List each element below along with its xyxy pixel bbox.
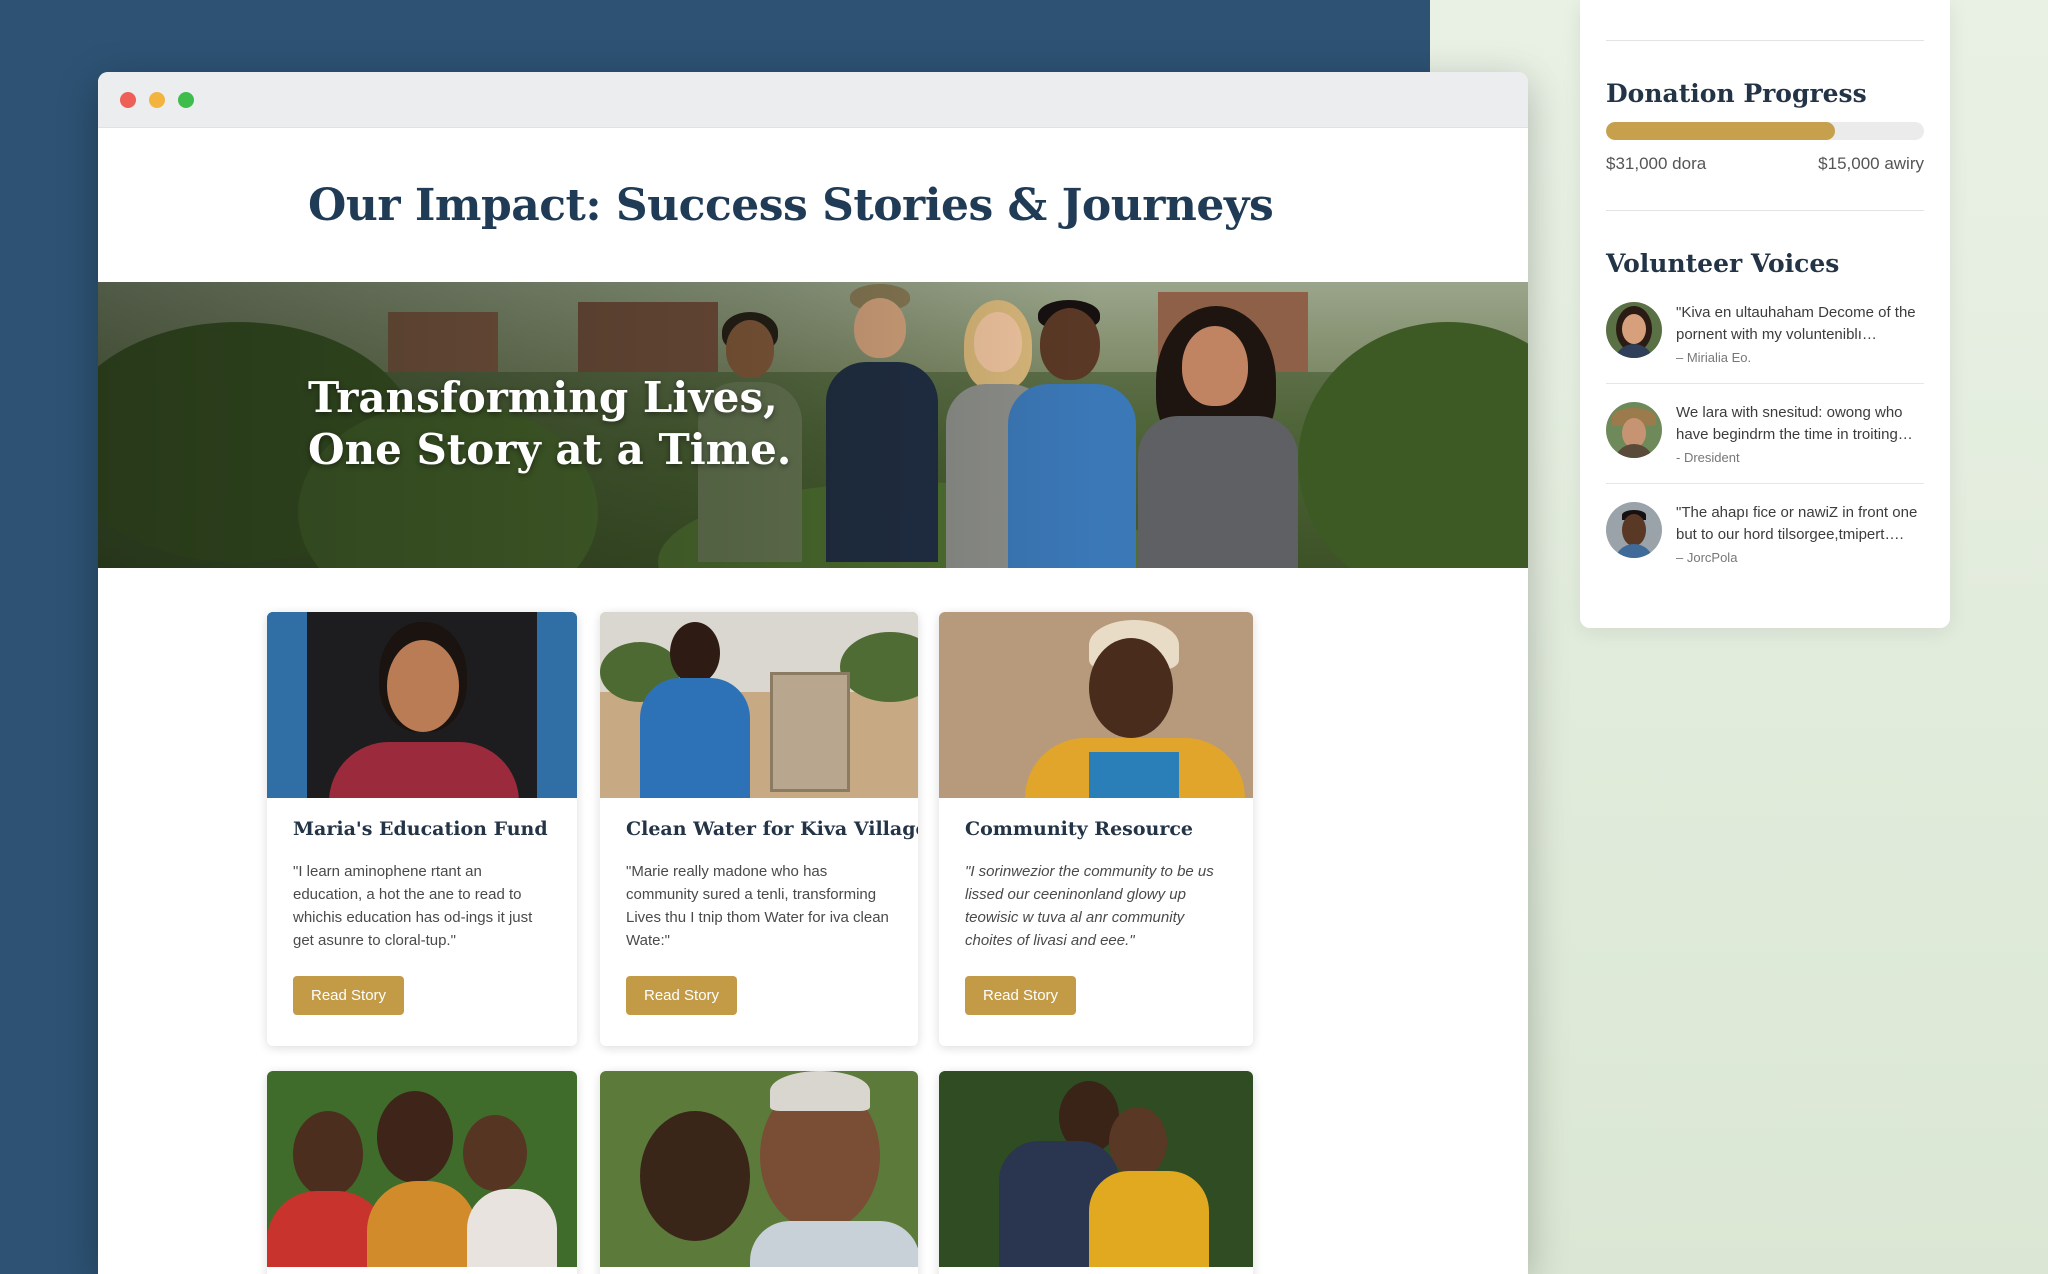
avatar (1606, 402, 1662, 458)
story-title: Clean Water for Kiva Village (626, 818, 918, 840)
story-title: Community Resource (965, 818, 1194, 840)
maximize-window-button[interactable] (178, 91, 194, 108)
minimize-window-button[interactable] (149, 91, 165, 108)
story-image (267, 1071, 577, 1267)
window-titlebar (98, 72, 1528, 128)
story-title: Maria's Education Fund (293, 818, 548, 840)
story-card (939, 1071, 1253, 1274)
story-card (600, 1071, 918, 1274)
volunteer-quote-text: "The ahapı fice or nawiZ in front one bu… (1676, 504, 1918, 543)
volunteer-quote[interactable]: "Kiva en ultauhaham Decome of the pornen… (1606, 284, 1924, 384)
story-card: Community Resource "I sorinwezior the co… (939, 612, 1253, 1046)
volunteer-author: – Mirialia Eo. (1676, 350, 1752, 365)
page-title: Our Impact: Success Stories & Journeys (308, 179, 1274, 231)
read-story-button[interactable]: Read Story (293, 976, 405, 1015)
read-story-button[interactable]: Read Story (965, 976, 1077, 1015)
sidebar-panel: Donation Progress $31,000 dora $15,000 a… (1580, 0, 1950, 628)
read-story-button[interactable]: Read Story (626, 976, 738, 1015)
volunteer-author: - Dresident (1676, 450, 1740, 465)
story-card (267, 1071, 577, 1274)
volunteer-section: Volunteer Voices "Kiva en ultauhaham Dec… (1606, 211, 1924, 583)
story-image (600, 612, 918, 798)
donation-progress-fill (1606, 122, 1835, 140)
hero-heading-line2: One Story at a Time. (308, 425, 792, 474)
volunteer-heading: Volunteer Voices (1606, 249, 1840, 278)
volunteer-quote[interactable]: "The ahapı fice or nawiZ in front one bu… (1606, 484, 1924, 583)
donation-labels: $31,000 dora $15,000 awiry (1606, 154, 1924, 174)
donation-goal-label: $15,000 awiry (1818, 154, 1924, 173)
browser-window: Our Impact: Success Stories & Journeys T… (98, 72, 1528, 1274)
story-card: Maria's Education Fund "I learn aminophe… (267, 612, 577, 1046)
donation-heading: Donation Progress (1606, 79, 1867, 108)
volunteer-author: – JorcPola (1676, 550, 1738, 565)
story-excerpt: "Marie really madone who has community s… (626, 863, 889, 949)
donation-section: Donation Progress $31,000 dora $15,000 a… (1606, 41, 1924, 174)
volunteer-quote-text: "Kiva en ultauhaham Decome of the pornen… (1676, 304, 1916, 343)
story-image (600, 1071, 918, 1267)
volunteer-quote[interactable]: We lara with snesitud: owong who have be… (1606, 384, 1924, 484)
story-excerpt: "I sorinwezior the community to be us li… (965, 863, 1214, 949)
hero-heading-line1: Transforming Lives, (308, 373, 778, 422)
story-excerpt: "I learn aminophene rtant an education, … (293, 863, 533, 949)
page-header: Our Impact: Success Stories & Journeys (98, 128, 1528, 282)
close-window-button[interactable] (120, 91, 136, 108)
story-image (939, 612, 1253, 798)
story-card: Clean Water for Kiva Village "Marie real… (600, 612, 918, 1046)
story-image (267, 612, 577, 798)
donation-progress-bar (1606, 122, 1924, 140)
hero-heading: Transforming Lives, One Story at a Time. (308, 372, 791, 476)
donation-raised-label: $31,000 dora (1606, 154, 1707, 173)
story-image (939, 1071, 1253, 1267)
volunteer-quote-text: We lara with snesitud: owong who have be… (1676, 404, 1913, 443)
avatar (1606, 502, 1662, 558)
hero-banner: Transforming Lives, One Story at a Time. (98, 282, 1528, 568)
avatar (1606, 302, 1662, 358)
